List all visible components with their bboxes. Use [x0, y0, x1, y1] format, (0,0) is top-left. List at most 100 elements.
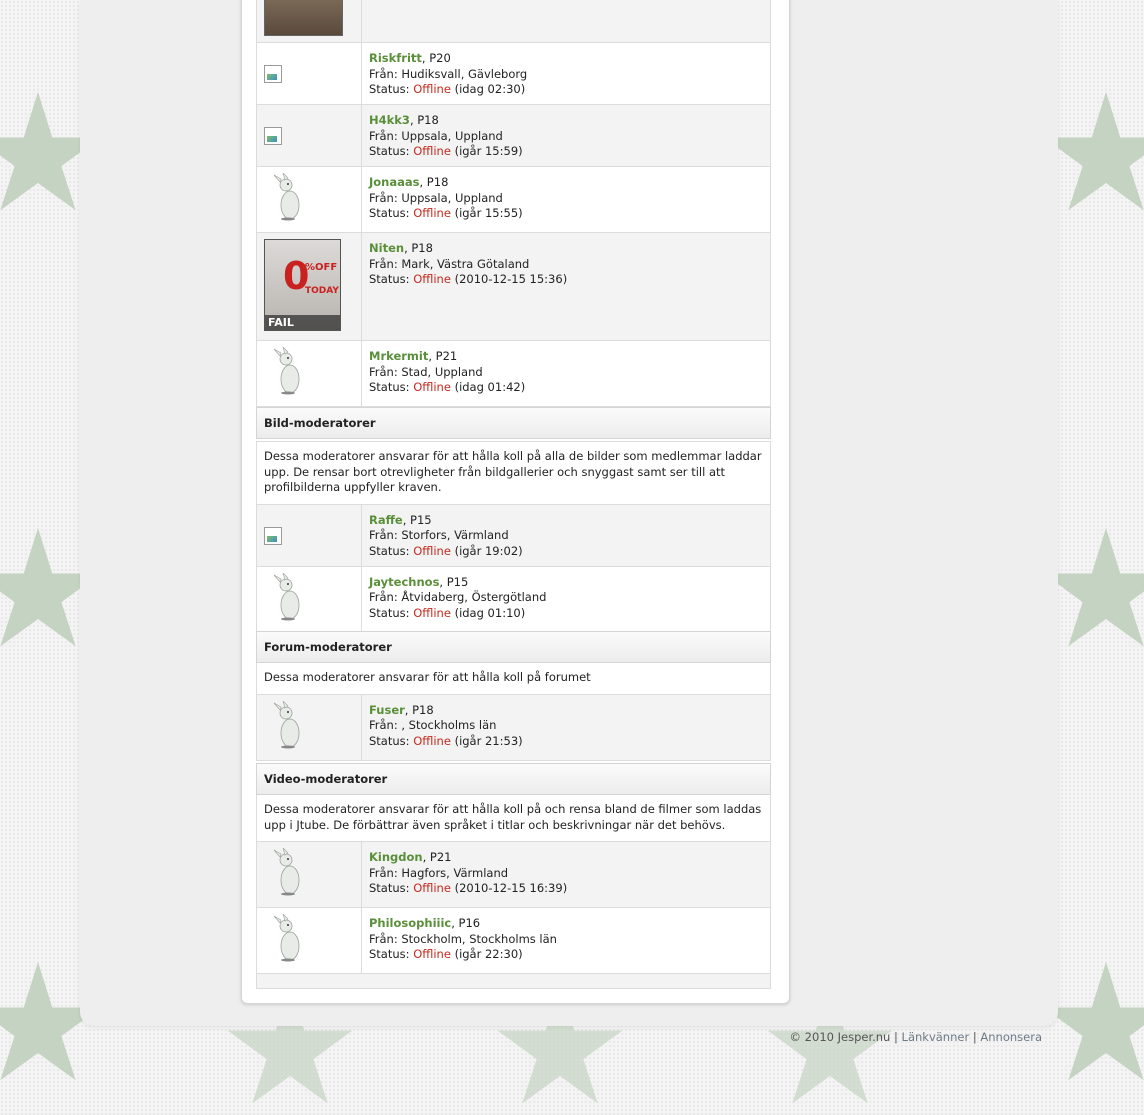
copyright-text: © 2010 Jesper.nu: [789, 1030, 891, 1044]
rabbit-avatar-icon[interactable]: [268, 173, 308, 221]
member-age: , P18: [409, 113, 439, 127]
table-row: Fuser, P18 Från: , Stockholms län Status…: [256, 694, 771, 761]
broken-image-icon[interactable]: [264, 526, 282, 545]
username-link[interactable]: Fuser: [369, 703, 405, 717]
rabbit-avatar-icon[interactable]: [268, 848, 308, 896]
status-label: Status:: [369, 380, 410, 394]
member-location: Åtvidaberg, Östergötland: [401, 590, 547, 604]
username-link[interactable]: Philosophiiic: [369, 916, 451, 930]
member-age: , P15: [439, 574, 469, 589]
status-offline: Offline: [413, 144, 451, 158]
member-age: , P18: [419, 175, 449, 189]
status-label: Status:: [369, 881, 410, 895]
from-label: Från:: [369, 190, 398, 205]
table-row: Kingdon, P21 Från: Hagfors, Värmland Sta…: [256, 842, 771, 908]
member-location: Hudiksvall, Gävleborg: [401, 66, 528, 81]
member-location: Storfors, Värmland: [401, 528, 509, 542]
table-row: Riskfritt, P20 Från: Hudiksvall, Gävlebo…: [256, 43, 771, 105]
last-seen: (idag 01:10): [454, 605, 526, 620]
status-label: Status:: [369, 543, 410, 558]
section-description: Dessa moderatorer ansvarar för att hålla…: [256, 441, 771, 505]
status-label: Status:: [369, 82, 410, 96]
username-link[interactable]: Riskfritt: [369, 51, 422, 65]
site-footer: © 2010 Jesper.nu | Länkvänner | Annonser…: [790, 1030, 1042, 1044]
avatar-cell: [257, 504, 362, 566]
section-title: Bild-moderatorer: [256, 407, 771, 439]
section-forum-moderators: Forum-moderatorer Dessa moderatorer ansv…: [256, 631, 771, 761]
section-description: Dessa moderatorer ansvarar för att hålla…: [256, 795, 771, 842]
username-link[interactable]: Mrkermit: [369, 349, 428, 363]
member-location: , Stockholms län: [401, 718, 497, 732]
last-seen: (idag 01:42): [454, 380, 526, 394]
from-label: Från:: [369, 865, 398, 880]
section-video-moderators: Video-moderatorer Dessa moderatorer ansv…: [256, 763, 771, 989]
member-location: Hagfors, Värmland: [401, 865, 509, 880]
username-link[interactable]: Raffe: [369, 513, 403, 527]
status-label: Status:: [369, 605, 410, 620]
status-label: Status:: [369, 272, 410, 286]
avatar-cell: [257, 341, 362, 406]
status-offline: Offline: [413, 206, 451, 220]
status-offline: Offline: [413, 82, 451, 96]
username-link[interactable]: Jaytechnos: [369, 575, 439, 589]
moderator-list-panel: Riskfritt, P20 Från: Hudiksvall, Gävlebo…: [241, 0, 790, 1004]
avatar-cell: 0 %OFF TODAY FAIL: [257, 233, 362, 340]
member-age: , P18: [404, 241, 433, 255]
link-friends[interactable]: Länkvänner: [902, 1030, 970, 1044]
table-row: Mrkermit, P21 Från: Stad, Uppland Status…: [256, 341, 771, 407]
username-link[interactable]: Jonaaas: [369, 175, 420, 189]
table-row: Raffe, P15 Från: Storfors, Värmland Stat…: [256, 504, 771, 567]
status-offline: Offline: [413, 733, 451, 748]
section-title: Forum-moderatorer: [256, 631, 771, 663]
last-seen: (idag 02:30): [454, 82, 526, 96]
from-label: Från:: [369, 528, 398, 542]
member-age: , P15: [402, 512, 432, 527]
table-row: Philosophiiic, P16 Från: Stockholm, Stoc…: [256, 908, 771, 974]
username-link[interactable]: H4kk3: [369, 113, 410, 127]
member-age: , P18: [404, 702, 434, 717]
member-location: Stockholm, Stockholms län: [401, 931, 557, 946]
member-location: Uppsala, Uppland: [401, 128, 503, 143]
username-link[interactable]: Niten: [369, 241, 404, 255]
table-row: Jonaaas, P18 Från: Uppsala, Uppland Stat…: [256, 167, 771, 233]
link-advertise[interactable]: Annonsera: [980, 1030, 1042, 1044]
table-row: [256, 0, 771, 43]
footer-separator: |: [894, 1030, 898, 1044]
table-row: H4kk3, P18 Från: Uppsala, Uppland Status…: [256, 105, 771, 167]
last-seen: (igår 19:02): [454, 543, 523, 558]
last-seen: (2010-12-15 15:36): [454, 272, 568, 286]
status-label: Status:: [369, 947, 410, 961]
avatar-cell: [257, 908, 362, 973]
from-label: Från:: [369, 128, 398, 143]
fail-photo-avatar[interactable]: 0 %OFF TODAY FAIL: [264, 239, 341, 331]
avatar-cell: [257, 105, 362, 166]
member-age: , P20: [421, 51, 451, 65]
avatar-cell: [257, 842, 362, 907]
last-seen: (igår 15:55): [454, 206, 523, 220]
status-offline: Offline: [413, 272, 451, 286]
last-seen: (2010-12-15 16:39): [454, 881, 568, 895]
member-location: Uppsala, Uppland: [401, 190, 503, 205]
avatar-cell: [257, 566, 362, 632]
status-label: Status:: [369, 206, 410, 220]
rabbit-avatar-icon[interactable]: [268, 572, 308, 621]
rabbit-avatar-icon[interactable]: [268, 347, 308, 395]
section-title: Video-moderatorer: [256, 763, 771, 795]
from-label: Från:: [369, 66, 398, 81]
status-offline: Offline: [413, 380, 451, 394]
from-label: Från:: [369, 590, 398, 604]
last-seen: (igår 15:59): [454, 144, 523, 158]
from-label: Från:: [369, 718, 398, 732]
status-label: Status:: [369, 144, 410, 158]
from-label: Från:: [369, 364, 398, 379]
broken-image-icon[interactable]: [264, 65, 282, 83]
table-row: Jaytechnos, P15 Från: Åtvidaberg, Österg…: [256, 566, 771, 633]
username-link[interactable]: Kingdon: [369, 850, 423, 864]
status-offline: Offline: [413, 881, 451, 895]
rabbit-avatar-icon[interactable]: [268, 914, 308, 962]
broken-image-icon[interactable]: [264, 127, 282, 145]
section-bild-moderators: Bild-moderatorer Dessa moderatorer ansva…: [256, 407, 771, 633]
avatar[interactable]: [264, 0, 343, 36]
rabbit-avatar-icon[interactable]: [268, 700, 308, 749]
member-location: Mark, Västra Götaland: [401, 256, 530, 271]
